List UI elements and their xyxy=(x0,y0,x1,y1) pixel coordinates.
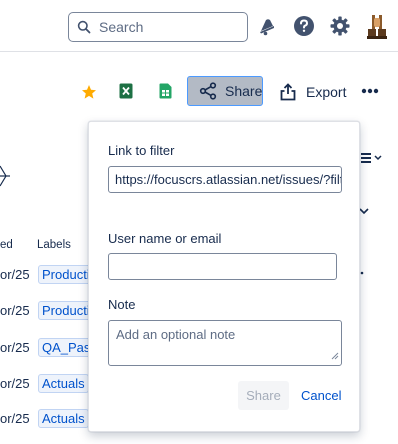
user-email-label: User name or email xyxy=(108,231,222,246)
row-date: or/25 xyxy=(0,340,30,355)
partial-icon xyxy=(0,160,12,190)
note-textarea[interactable]: Add an optional note xyxy=(108,320,342,366)
link-to-filter-field[interactable]: https://focuscrs.atlassian.net/issues/?f… xyxy=(108,166,342,193)
export-button-label: Export xyxy=(306,84,347,100)
search-placeholder: Search xyxy=(99,19,144,35)
google-sheets-icon[interactable] xyxy=(156,82,174,100)
share-icon xyxy=(199,82,217,100)
notifications-icon[interactable] xyxy=(255,15,279,39)
row-date: or/25 xyxy=(0,376,30,391)
avatar[interactable] xyxy=(364,12,390,40)
column-header-labels[interactable]: Labels xyxy=(37,239,71,251)
row-date: or/25 xyxy=(0,303,30,318)
label-tag[interactable]: Producti xyxy=(38,265,94,284)
column-header-updated[interactable]: ed xyxy=(0,239,13,251)
user-email-input[interactable] xyxy=(108,253,337,280)
search-icon xyxy=(77,20,91,34)
link-to-filter-label: Link to filter xyxy=(108,143,175,158)
share-button[interactable]: Share xyxy=(187,76,263,106)
note-placeholder: Add an optional note xyxy=(116,327,236,342)
search-input[interactable]: Search xyxy=(68,12,248,42)
row-date: or/25 xyxy=(0,411,30,426)
resize-grip-icon[interactable] xyxy=(331,348,339,363)
row-more-icon[interactable] xyxy=(360,270,364,276)
top-navigation-bar: Search xyxy=(0,0,398,52)
more-icon[interactable] xyxy=(358,82,382,100)
note-label: Note xyxy=(108,297,136,312)
row-date: or/25 xyxy=(0,267,30,282)
label-tag[interactable]: Producti xyxy=(38,301,94,320)
share-dialog: Link to filter https://focuscrs.atlassia… xyxy=(88,121,360,432)
excel-export-icon[interactable] xyxy=(117,82,135,100)
export-icon xyxy=(280,83,296,101)
label-tag[interactable]: Actuals xyxy=(38,374,89,393)
share-submit-button[interactable]: Share xyxy=(238,381,289,410)
share-button-label: Share xyxy=(225,83,263,99)
cancel-button[interactable]: Cancel xyxy=(301,381,341,410)
star-icon[interactable] xyxy=(80,83,98,101)
label-tag[interactable]: Actuals xyxy=(38,409,89,428)
view-options-icon[interactable] xyxy=(358,150,384,166)
settings-icon[interactable] xyxy=(328,14,352,38)
export-button[interactable]: Export xyxy=(280,78,346,106)
help-icon[interactable] xyxy=(292,14,316,38)
